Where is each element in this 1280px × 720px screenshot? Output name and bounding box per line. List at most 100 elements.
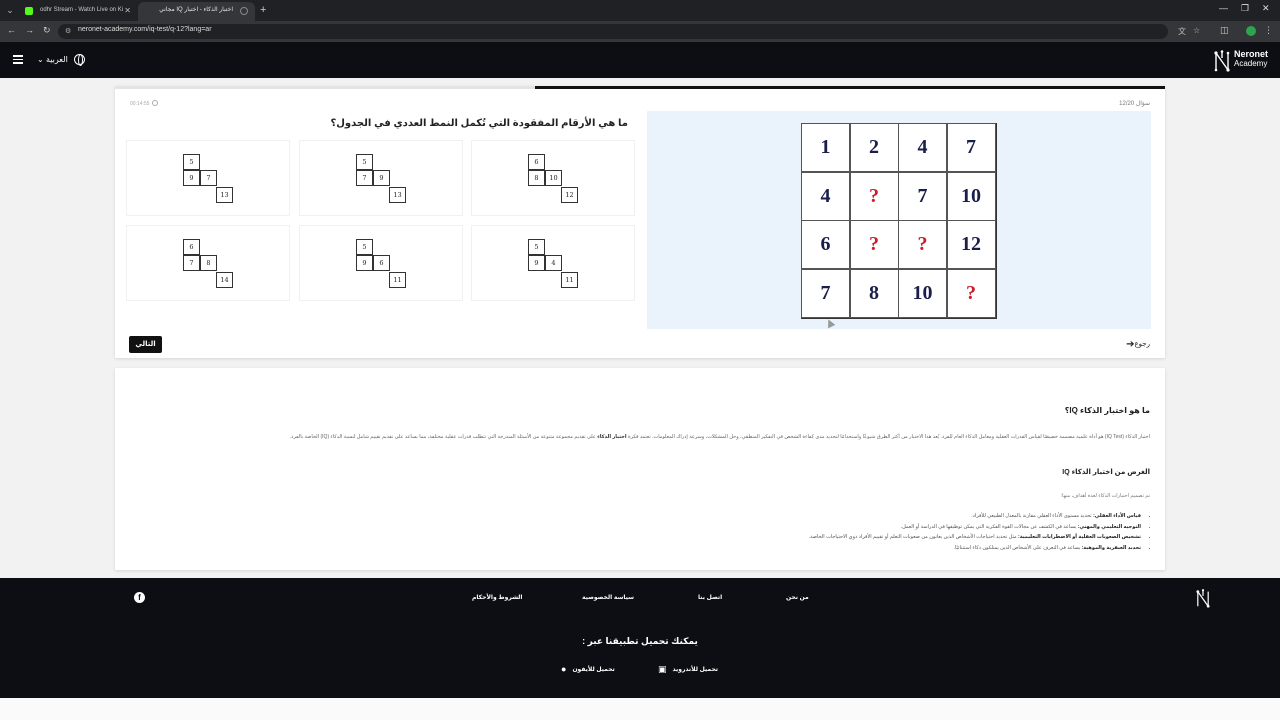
progress-bar [115,86,1165,89]
grid-cell: 7 [898,171,947,221]
logo-text: Neronet Academy [1234,49,1268,69]
answer-option-6[interactable]: 6 7 8 14 [126,225,290,301]
info-title: ما هو اختبار الذكاء IQ؟ [1064,406,1150,415]
minimize-icon[interactable]: — [1219,3,1228,13]
url-text: neronet-academy.com/iq-test/q-12?lang=ar [78,26,212,33]
browser-tab-bar: ⌄ odhr Stream - Watch Live on Ki ✕ اختبا… [0,0,1280,21]
option-cell: 8 [200,255,217,271]
option-cell: 10 [545,170,562,186]
footer-logo-icon[interactable] [1195,589,1211,608]
puzzle-panel: 1 2 4 7 4? 7 10 6?? 12 7 8 10? [647,111,1151,329]
footer-link-terms[interactable]: الشروط والأحكام [472,594,523,601]
logo-line-1: Neronet [1234,49,1269,59]
grid-cell: 7 [946,123,996,172]
option-cell: 12 [561,187,578,203]
info-paragraph: اختبار الذكاء (IQ Test) هو أداة علمية مص… [190,433,1150,441]
bullet-bold: تشخيص الصعوبات العقلية أو الاضطرابات الت… [1018,534,1141,540]
footer-link-contact[interactable]: اتصل بنا [698,594,722,601]
back-button[interactable]: ➔رجوع [1122,339,1150,350]
android-download-link[interactable]: تحميل للأندرويد ▣ [658,664,718,675]
option-cell: 6 [373,255,390,271]
tab-title: اختبار الذكاء - اختبار IQ مجاني [159,7,233,13]
translate-icon[interactable]: 文 [1178,26,1186,37]
option-cell: 13 [216,187,233,203]
grid-cell: 10 [898,268,947,318]
ios-download-link[interactable]: تحميل للأيفون ● [561,664,615,674]
browser-tab-kick[interactable]: odhr Stream - Watch Live on Ki ✕ [18,2,136,21]
new-tab-icon[interactable]: + [260,4,266,16]
apple-icon: ● [561,664,567,674]
list-item: تحديد العبقرية والموهبة: يساعد في التعرف… [809,543,1141,554]
loading-favicon-icon [240,7,248,15]
grid-cell: ? [849,171,899,221]
browser-tab-iq-test[interactable]: اختبار الذكاء - اختبار IQ مجاني ✕ [138,2,255,21]
grid-cell: 4 [898,123,947,172]
option-cell: 11 [389,272,406,288]
paragraph-text: على تقديم مجموعة متنوعة من الأسئلة المتد… [289,434,598,440]
site-header: ⌄ العربية Neronet Academy [0,42,1280,78]
back-arrow-icon[interactable]: ← [7,25,16,35]
hamburger-menu-icon[interactable] [13,55,23,64]
grid-cell: ? [849,220,899,269]
neronet-logo-icon [1214,50,1230,72]
ios-label: تحميل للأيفون [572,667,615,673]
timer-text: 00:14:55 [130,101,150,107]
timer: 00:14:55 [130,100,159,107]
info-bullets: قياس الأداء العقلي: تحديد مستوى الأداء ا… [809,511,1141,553]
footer-link-about[interactable]: من نحن [786,594,809,601]
option-cell: 14 [216,272,233,288]
option-cell: 5 [356,239,373,255]
info-section: ما هو اختبار الذكاء IQ؟ اختبار الذكاء (I… [115,368,1165,570]
bullet-bold: تحديد العبقرية والموهبة: [1081,544,1141,551]
footer-link-privacy[interactable]: سياسة الخصوصية [582,594,634,601]
option-cell: 9 [183,170,200,186]
grid-cell: 1 [801,123,850,172]
quiz-card: سؤال 12/20 00:14:55 ما هي الأرقام المفقو… [115,86,1165,358]
option-cell: 8 [528,170,545,186]
tab-search-icon[interactable]: ⌄ [4,4,16,16]
option-cell: 13 [389,187,406,203]
close-tab-icon[interactable]: ✕ [124,2,131,19]
globe-icon[interactable] [74,54,85,66]
forward-arrow-icon[interactable]: → [25,25,34,35]
answer-option-3[interactable]: 5 9 7 13 [126,140,290,216]
bookmark-star-icon[interactable]: ☆ [1193,26,1200,35]
url-field[interactable]: ⚙ neronet-academy.com/iq-test/q-12?lang=… [58,24,1200,39]
site-logo[interactable]: Neronet Academy [1213,48,1273,72]
option-cell: 5 [528,239,545,255]
next-button[interactable]: التالي [129,336,162,353]
bullet-text: يساعد في التعرف على الأشخاص الذين يمتلكو… [953,544,1082,551]
answer-option-1[interactable]: 6 8 10 12 [471,140,635,216]
answer-option-4[interactable]: 5 9 4 11 [471,225,635,301]
option-cell: 4 [545,255,562,271]
bullet-text: تحديد مستوى الأداء العقلي مقارنة بالمعدل… [971,513,1094,519]
reload-icon[interactable]: ↻ [43,25,51,36]
bullet-text: مثل تحديد احتياجات الأشخاص الذين يعانون … [808,534,1019,540]
facebook-icon[interactable]: f [134,592,145,603]
window-close-icon[interactable]: ✕ [1262,3,1270,14]
maximize-icon[interactable]: ❐ [1241,3,1249,14]
answer-option-5[interactable]: 5 9 6 11 [299,225,463,301]
list-item: تشخيص الصعوبات العقلية أو الاضطرابات الت… [809,532,1141,543]
option-cell: 6 [183,239,200,255]
grid-cell: 7 [801,268,850,318]
option-cell: 7 [200,170,217,186]
question-counter: سؤال 12/20 [1119,101,1150,107]
grid-cell: ? [946,268,996,318]
profile-avatar[interactable] [1246,26,1256,36]
android-icon: ▣ [658,664,667,674]
grid-cell: 12 [946,220,996,269]
extensions-icon[interactable]: ◫ [1220,25,1229,36]
answer-option-2[interactable]: 5 7 9 13 [299,140,463,216]
option-cell: 9 [528,255,545,271]
site-info-icon[interactable]: ⚙ [65,27,72,35]
language-selector[interactable]: ⌄ العربية [37,55,68,64]
grid-cell: 4 [801,171,850,221]
option-cell: 5 [183,154,200,170]
option-cell: 9 [356,255,373,271]
android-label: تحميل للأندرويد [672,667,719,673]
bullet-bold: قياس الأداء العقلي: [1093,513,1141,519]
browser-menu-icon[interactable]: ⋮ [1264,25,1273,36]
list-item: قياس الأداء العقلي: تحديد مستوى الأداء ا… [809,511,1141,522]
back-label: رجوع [1134,341,1150,348]
